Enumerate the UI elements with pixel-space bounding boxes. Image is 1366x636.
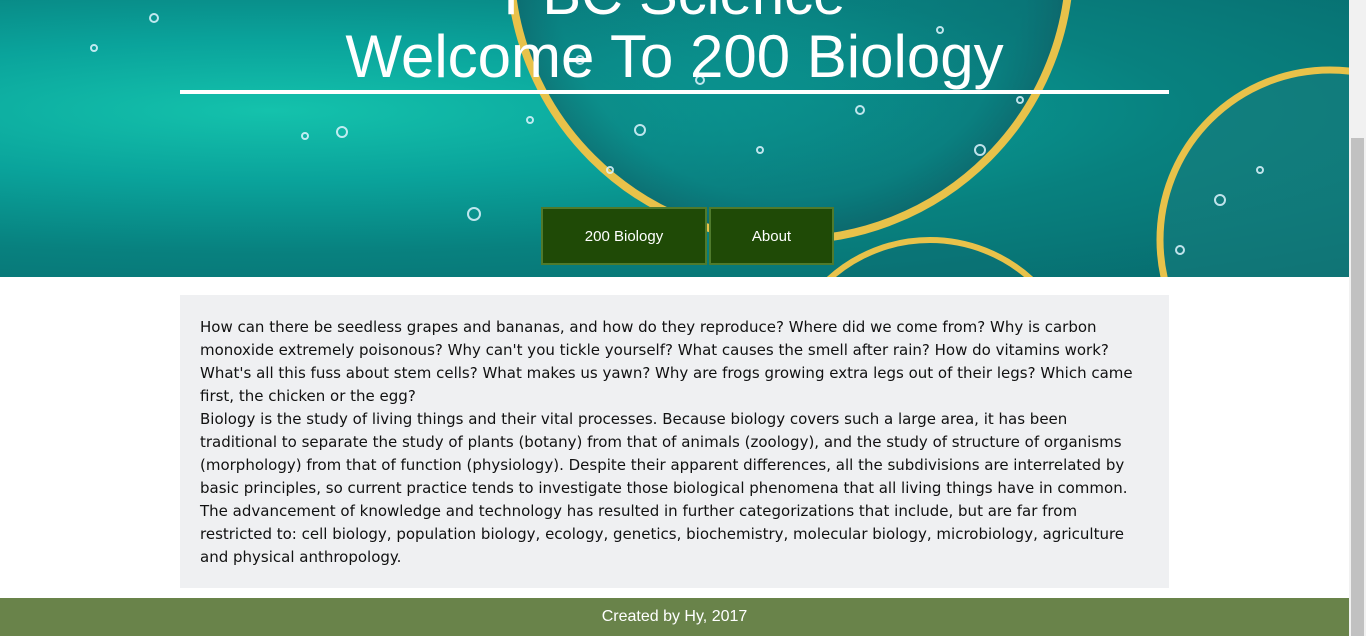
body-paragraph: Biology is the study of living things an… bbox=[200, 410, 1128, 566]
site-title: PBC Science bbox=[0, 0, 1349, 24]
title-underline-divider bbox=[180, 90, 1169, 94]
page-title: Welcome To 200 Biology bbox=[345, 23, 1004, 90]
footer-credit: Created by Hy, 2017 bbox=[601, 608, 748, 625]
scrollbar-thumb[interactable] bbox=[1351, 138, 1364, 636]
nav-item-about[interactable]: About bbox=[709, 207, 834, 265]
vertical-scrollbar[interactable] bbox=[1349, 0, 1366, 636]
intro-paragraph: How can there be seedless grapes and ban… bbox=[200, 318, 1133, 405]
nav-item-200-biology[interactable]: 200 Biology bbox=[541, 207, 707, 265]
hero-banner: PBC Science Welcome To 200 Biology 200 B… bbox=[0, 0, 1349, 277]
content-panel: How can there be seedless grapes and ban… bbox=[180, 295, 1169, 588]
main-nav: 200 Biology About bbox=[541, 207, 834, 265]
footer: Created by Hy, 2017 bbox=[0, 598, 1349, 636]
